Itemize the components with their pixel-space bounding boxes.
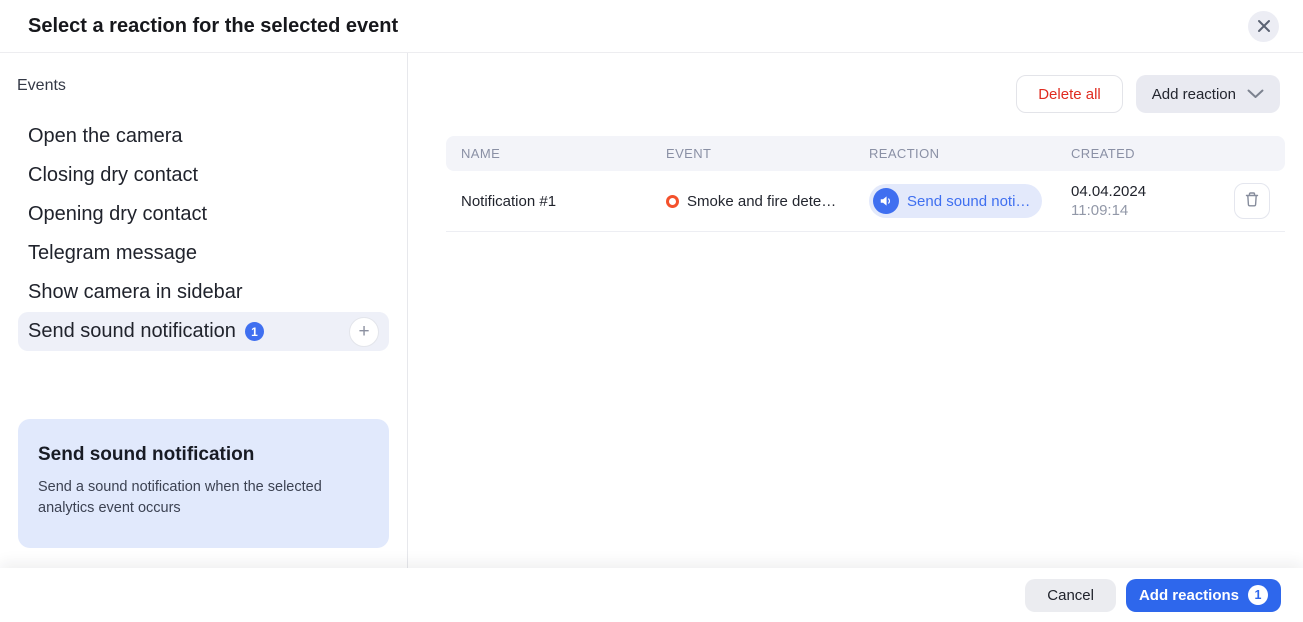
row-name: Notification #1 xyxy=(446,193,651,210)
close-icon xyxy=(1257,19,1271,33)
sidebar-item-event[interactable]: Opening dry contact xyxy=(18,195,389,234)
column-header-event: EVENT xyxy=(651,146,854,161)
column-header-name: NAME xyxy=(446,146,651,161)
add-reaction-label: Add reaction xyxy=(1152,86,1236,103)
row-event-label: Smoke and fire dete… xyxy=(687,193,836,210)
sound-notification-icon xyxy=(873,188,899,214)
close-button[interactable] xyxy=(1248,11,1279,42)
sidebar-item-label: Closing dry contact xyxy=(28,164,198,187)
add-reactions-count-badge: 1 xyxy=(1248,585,1268,605)
modal-body: Events Open the camera Closing dry contac… xyxy=(0,53,1303,568)
table-header-row: NAME EVENT REACTION CREATED xyxy=(446,136,1285,171)
add-reactions-label: Add reactions xyxy=(1139,587,1239,604)
column-header-created: CREATED xyxy=(1056,146,1204,161)
info-card-description: Send a sound notification when the selec… xyxy=(38,477,369,521)
add-reaction-button[interactable]: Add reaction xyxy=(1136,75,1280,113)
reaction-count-badge: 1 xyxy=(245,322,264,341)
event-info-card: Send sound notification Send a sound not… xyxy=(18,419,389,549)
events-list: Open the camera Closing dry contact Openin… xyxy=(0,117,407,351)
reactions-toolbar: Delete all Add reaction xyxy=(408,75,1280,113)
add-reaction-to-event-button[interactable]: + xyxy=(349,317,379,347)
sidebar-item-event[interactable]: Show camera in sidebar xyxy=(18,273,389,312)
event-type-icon xyxy=(666,195,679,208)
trash-icon xyxy=(1244,191,1260,211)
modal-title: Select a reaction for the selected event xyxy=(28,15,398,38)
row-event: Smoke and fire dete… xyxy=(651,193,854,210)
sidebar-item-label: Show camera in sidebar xyxy=(28,281,243,304)
created-time: 11:09:14 xyxy=(1071,201,1204,221)
delete-row-button[interactable] xyxy=(1234,183,1270,219)
sidebar-item-label: Opening dry contact xyxy=(28,203,207,226)
column-header-reaction: REACTION xyxy=(854,146,1056,161)
plus-icon: + xyxy=(358,322,369,341)
events-sidebar: Events Open the camera Closing dry contac… xyxy=(0,53,408,568)
reaction-chip-label: Send sound noti… xyxy=(907,193,1030,210)
sidebar-item-event[interactable]: Send sound notification 1 + xyxy=(18,312,389,351)
row-reaction: Send sound noti… xyxy=(854,184,1056,218)
sidebar-item-event[interactable]: Closing dry contact xyxy=(18,156,389,195)
sidebar-item-event[interactable]: Open the camera xyxy=(18,117,389,156)
add-reactions-button[interactable]: Add reactions 1 xyxy=(1126,579,1281,612)
sidebar-item-event[interactable]: Telegram message xyxy=(18,234,389,273)
modal-footer: Cancel Add reactions 1 xyxy=(0,568,1303,622)
created-date: 04.04.2024 xyxy=(1071,182,1204,202)
info-card-title: Send sound notification xyxy=(38,444,369,466)
sidebar-item-label: Telegram message xyxy=(28,242,197,265)
table-row: Notification #1 Smoke and fire dete… Sen… xyxy=(446,171,1285,232)
reaction-chip[interactable]: Send sound noti… xyxy=(869,184,1042,218)
sidebar-item-label: Send sound notification xyxy=(28,320,236,343)
sidebar-item-label: Open the camera xyxy=(28,125,183,148)
reactions-table: NAME EVENT REACTION CREATED Notification… xyxy=(446,136,1285,232)
cancel-button[interactable]: Cancel xyxy=(1025,579,1116,612)
row-actions xyxy=(1204,183,1285,219)
delete-all-button[interactable]: Delete all xyxy=(1016,75,1123,113)
sidebar-heading: Events xyxy=(17,77,407,95)
modal-header: Select a reaction for the selected event xyxy=(0,0,1303,53)
chevron-down-icon xyxy=(1236,86,1264,103)
reactions-panel: Delete all Add reaction NAME EVENT REACT… xyxy=(408,53,1303,568)
row-created: 04.04.2024 11:09:14 xyxy=(1056,182,1204,221)
